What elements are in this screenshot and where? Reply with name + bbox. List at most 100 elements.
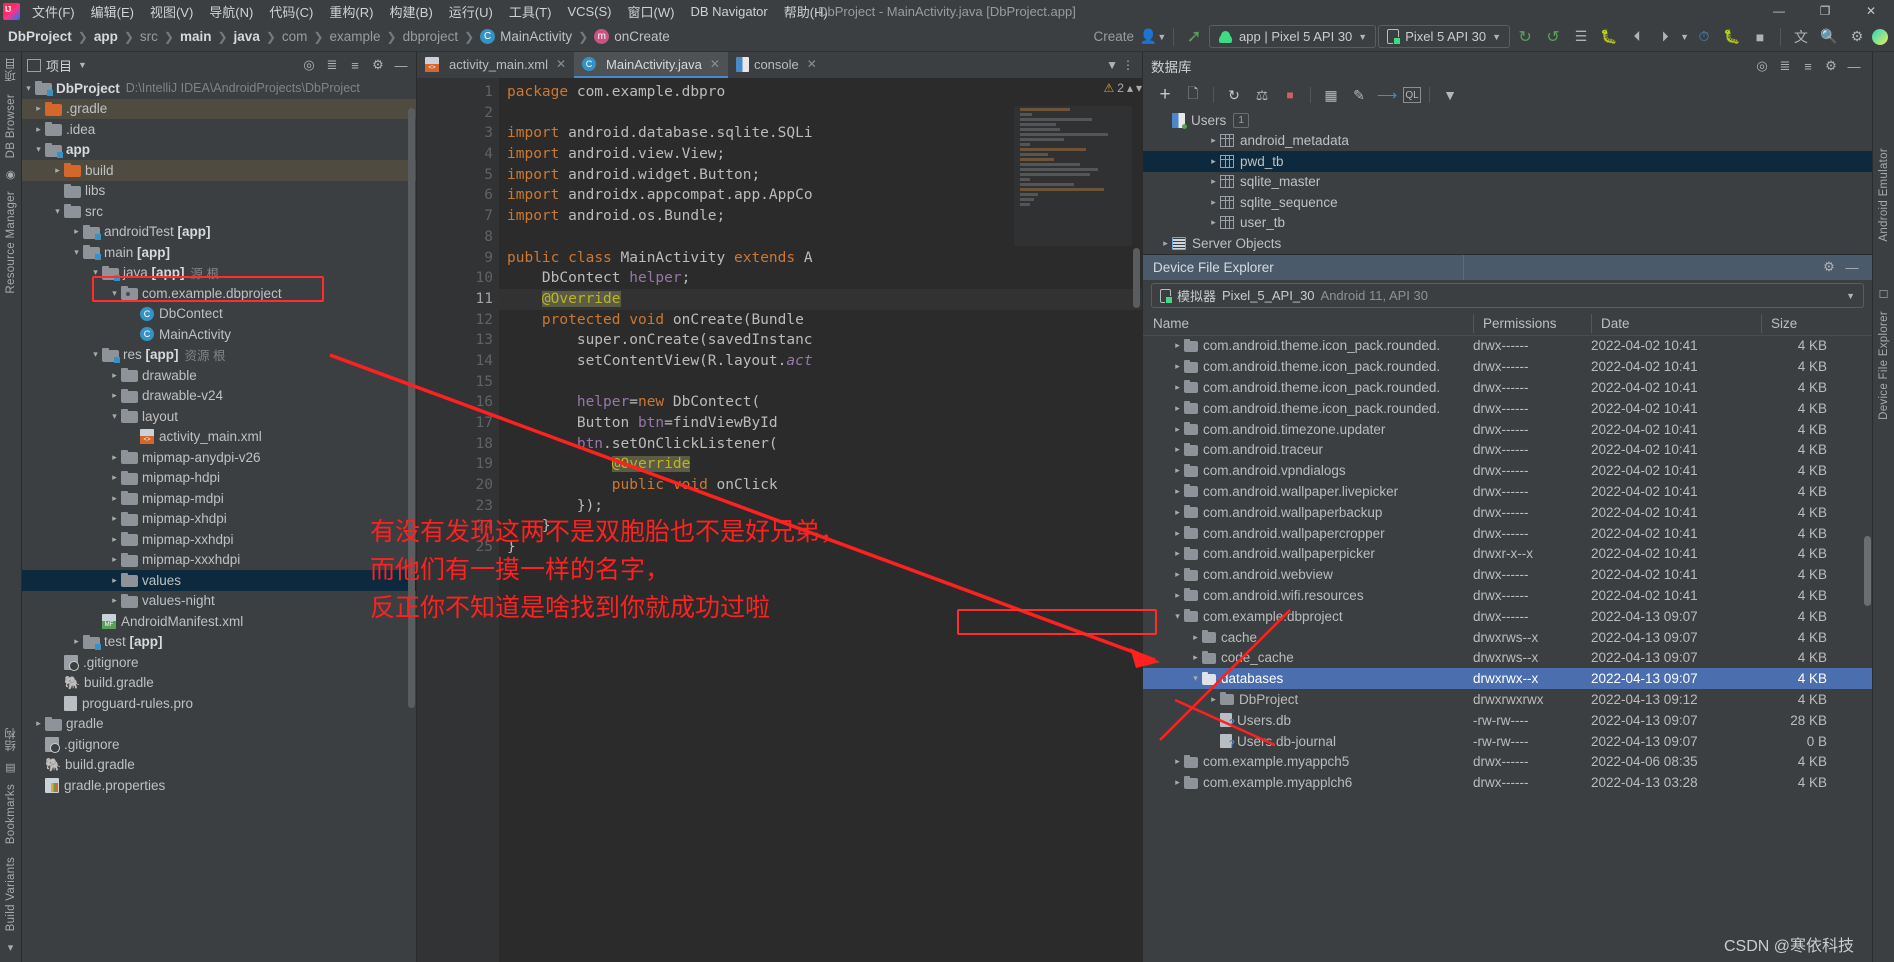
device-explorer-icon[interactable]: ☐ (1879, 284, 1889, 305)
file-row[interactable]: cache drwxrws--x 2022-04-13 09:07 4 KB (1143, 627, 1872, 648)
stop-icon[interactable]: ■ (1747, 25, 1773, 49)
db-tree-row[interactable]: Server Objects (1143, 233, 1872, 254)
code-line[interactable] (499, 372, 1142, 393)
minimize-icon[interactable]: — (391, 55, 411, 75)
chevron-right-icon[interactable] (108, 390, 121, 401)
chevron-right-icon[interactable] (1171, 382, 1184, 393)
file-row[interactable]: com.android.theme.icon_pack.rounded. drwx… (1143, 356, 1872, 377)
menu-file[interactable]: 文件(F) (24, 0, 83, 23)
tree-row[interactable]: .gradle (22, 98, 416, 119)
code-line[interactable]: @Override (499, 288, 1142, 310)
close-icon[interactable]: ✕ (710, 57, 720, 71)
chevron-right-icon[interactable] (108, 472, 121, 483)
locate-icon[interactable]: ◎ (299, 55, 319, 75)
tab-console[interactable]: console ✕ (728, 52, 825, 78)
breadcrumb-item-app[interactable]: app (90, 28, 122, 45)
chevron-right-icon[interactable] (108, 493, 121, 504)
chevron-down-icon[interactable] (22, 83, 35, 94)
file-row[interactable]: com.example.dbproject drwx------ 2022-04-1… (1143, 606, 1872, 627)
profile-icon[interactable]: ⏵ (1652, 25, 1678, 49)
expand-all-icon[interactable]: ≣ (322, 55, 342, 75)
db-tree-row[interactable]: android_metadata (1143, 131, 1872, 152)
device-file-list[interactable]: com.android.theme.icon_pack.rounded.drwx… (1143, 335, 1872, 962)
code-line[interactable]: setContentView(R.layout.act (499, 351, 1142, 372)
tree-row[interactable]: .idea (22, 119, 416, 140)
tree-row[interactable]: mipmap-xxxhdpi (22, 550, 416, 571)
stop-icon[interactable]: ■ (1278, 84, 1302, 106)
debug-icon[interactable]: 🐛 (1596, 25, 1622, 49)
column-header-size[interactable]: Size (1761, 313, 1837, 333)
tree-row[interactable]: androidTest [app] (22, 222, 416, 243)
database-tree[interactable]: Users 1 android_metadata pwd_tb sqlite_maste… (1143, 110, 1872, 254)
chevron-down-icon[interactable] (1189, 673, 1202, 684)
chevron-right-icon[interactable] (1207, 156, 1220, 167)
tree-row[interactable]: layout (22, 406, 416, 427)
file-row[interactable]: databases drwxrwx--x 2022-04-13 09:07 4 KB (1143, 668, 1872, 690)
copy-icon[interactable]: 🗋 (1181, 84, 1205, 106)
chevron-down-icon[interactable] (108, 288, 121, 299)
build-variants-icon[interactable]: ▾ (8, 937, 14, 958)
file-explorer-scrollbar[interactable] (1864, 535, 1871, 606)
filter-icon[interactable]: ▼ (1438, 84, 1462, 106)
tree-row[interactable]: .gitignore (22, 652, 416, 673)
chevron-right-icon[interactable] (1207, 197, 1220, 208)
chevron-right-icon[interactable] (1171, 569, 1184, 580)
stripe-item-project[interactable]: 项目 (3, 52, 19, 88)
minimize-icon[interactable]: — (1844, 56, 1864, 76)
tree-row[interactable]: src (22, 201, 416, 222)
tree-row-root[interactable]: DbProject D:\IntelliJ IDEA\AndroidProjec… (22, 78, 416, 99)
menu-run[interactable]: 运行(U) (441, 0, 501, 23)
close-button[interactable]: ✕ (1848, 0, 1894, 22)
db-tree-row[interactable]: Users 1 (1143, 110, 1872, 131)
column-header-name[interactable]: Name (1143, 316, 1473, 331)
file-row[interactable]: com.android.wallpapercropper drwx------ 20… (1143, 523, 1872, 544)
chevron-right-icon[interactable] (108, 554, 121, 565)
file-row[interactable]: Users.db -rw-rw---- 2022-04-13 09:07 28 KB (1143, 710, 1872, 731)
user-icon[interactable]: 👤 ▼ (1140, 25, 1166, 49)
stripe-item-structure[interactable]: 结构 (3, 722, 19, 758)
run-icon[interactable]: ↻ (1512, 25, 1538, 49)
close-icon[interactable]: ✕ (556, 57, 566, 71)
chevron-down-icon[interactable] (89, 267, 102, 278)
project-tree[interactable]: DbProject D:\IntelliJ IDEA\AndroidProjec… (22, 78, 416, 962)
chevron-right-icon[interactable] (1189, 632, 1202, 643)
tree-row[interactable]: AndroidManifest.xml (22, 611, 416, 632)
close-icon[interactable]: ✕ (807, 57, 817, 71)
chevron-right-icon[interactable] (108, 370, 121, 381)
file-row[interactable]: com.android.wifi.resources drwx------ 2022… (1143, 585, 1872, 606)
tree-row[interactable]: com.example.dbproject (22, 283, 416, 304)
device-selector[interactable]: Pixel 5 API 30 ▼ (1378, 25, 1511, 48)
settings-gear-icon[interactable]: ⚙ (368, 55, 388, 75)
code-line[interactable]: }); (499, 496, 1142, 517)
chevron-right-icon[interactable] (1171, 528, 1184, 539)
settings-gear-icon[interactable]: ⚙ (1844, 25, 1870, 49)
file-row[interactable]: Users.db-journal -rw-rw---- 2022-04-13 09:… (1143, 731, 1872, 752)
chevron-right-icon[interactable] (70, 226, 83, 237)
chevron-right-icon[interactable] (32, 103, 45, 114)
translate-icon[interactable]: 文 (1788, 25, 1814, 49)
profiler-icon[interactable]: ⏱ (1691, 25, 1717, 49)
search-everywhere-icon[interactable]: ◉ (6, 164, 16, 185)
tree-row[interactable]: drawable-v24 (22, 386, 416, 407)
tree-row[interactable]: build (22, 160, 416, 181)
file-row[interactable]: com.android.theme.icon_pack.rounded. drwx… (1143, 336, 1872, 357)
attach-process-icon[interactable]: 🐛 (1719, 25, 1745, 49)
file-row[interactable]: com.android.traceur drwx------ 2022-04-02 … (1143, 439, 1872, 460)
file-row[interactable]: com.android.wallpaperpicker drwxr-x--x 202… (1143, 543, 1872, 564)
chevron-down-icon[interactable]: ▾ (1136, 81, 1142, 95)
chevron-up-icon[interactable]: ▴ (1127, 81, 1133, 95)
device-dropdown[interactable]: 模拟器 Pixel_5_API_30 Android 11, API 30 ▼ (1151, 283, 1864, 308)
code-line[interactable]: public void onClick (499, 475, 1142, 496)
tree-row[interactable]: values-night (22, 591, 416, 612)
chevron-right-icon[interactable] (1171, 756, 1184, 767)
chevron-right-icon[interactable] (32, 124, 45, 135)
attach-debugger-icon[interactable]: ⏴ (1624, 25, 1650, 49)
chevron-right-icon[interactable] (108, 575, 121, 586)
chevron-down-icon[interactable]: ▼ (1106, 58, 1118, 72)
chevron-right-icon[interactable] (1171, 361, 1184, 372)
menu-window[interactable]: 窗口(W) (620, 0, 683, 23)
chevron-right-icon[interactable] (1171, 486, 1184, 497)
code-line[interactable]: helper=new DbContect( (499, 392, 1142, 413)
tree-row[interactable]: java [app] 源 根 (22, 263, 416, 284)
chevron-right-icon[interactable] (51, 165, 64, 176)
